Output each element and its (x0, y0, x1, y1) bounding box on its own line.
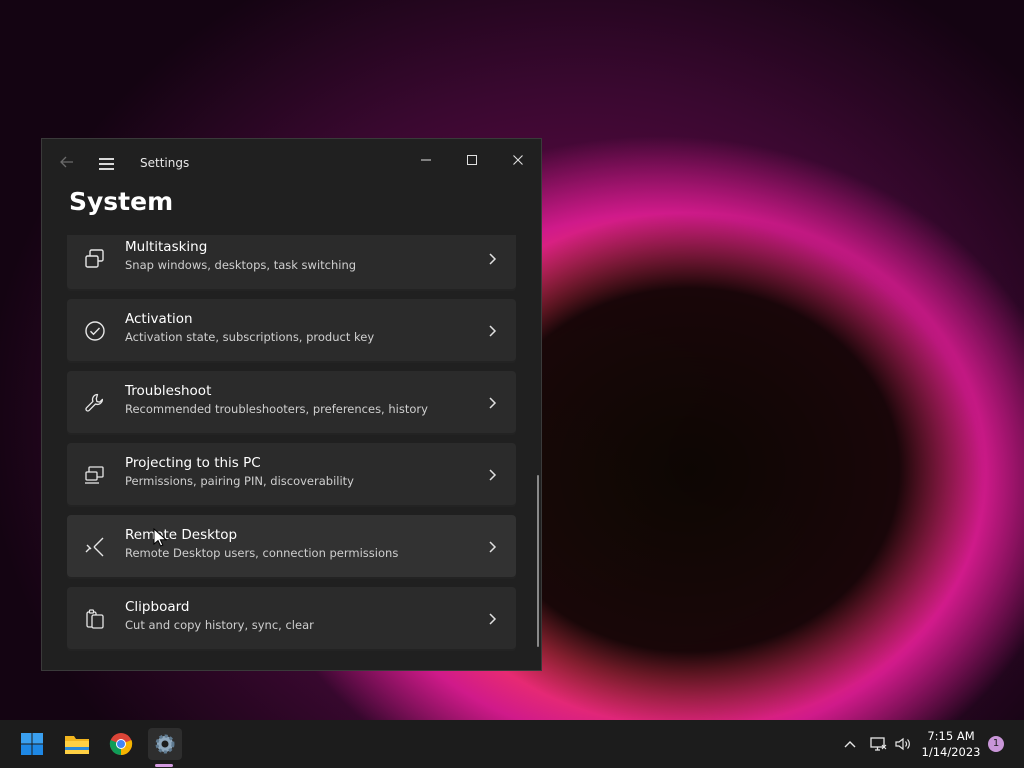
item-title: Projecting to this PC (125, 455, 261, 471)
chevron-right-icon (489, 397, 497, 409)
item-title: Activation (125, 311, 193, 327)
settings-item-activation[interactable]: Activation Activation state, subscriptio… (67, 299, 516, 363)
chevron-up-icon (844, 741, 856, 748)
network-icon (870, 737, 887, 751)
item-title: Remote Desktop (125, 527, 238, 543)
maximize-icon (467, 155, 477, 165)
volume-button[interactable] (892, 733, 914, 755)
projecting-icon (85, 466, 104, 484)
settings-item-multitasking[interactable]: Multitasking Snap windows, desktops, tas… (67, 235, 516, 291)
notification-badge[interactable]: 1 (988, 736, 1004, 752)
settings-taskbar-button[interactable] (148, 728, 182, 760)
close-icon (513, 155, 523, 165)
remote-desktop-icon (85, 537, 104, 557)
chevron-right-icon (489, 325, 497, 337)
title-bar: Settings (42, 139, 541, 187)
start-button[interactable] (15, 728, 49, 760)
show-hidden-icons-button[interactable] (840, 733, 860, 755)
scrollbar-thumb[interactable] (537, 475, 539, 647)
chevron-right-icon (489, 253, 497, 265)
settings-list: Multitasking Snap windows, desktops, tas… (42, 235, 541, 655)
settings-item-projecting[interactable]: Projecting to this PC Permissions, pairi… (67, 443, 516, 507)
back-arrow-icon (60, 156, 73, 168)
settings-item-troubleshoot[interactable]: Troubleshoot Recommended troubleshooters… (67, 371, 516, 435)
close-button[interactable] (496, 145, 540, 175)
clock-date: 1/14/2023 (921, 745, 981, 759)
navigation-menu-button[interactable] (96, 153, 118, 175)
item-title: Multitasking (125, 239, 208, 255)
clipboard-icon (86, 609, 104, 629)
clock-time: 7:15 AM (927, 729, 975, 743)
taskbar: 7:15 AM 1/14/2023 (0, 720, 1024, 768)
chevron-right-icon (489, 541, 497, 553)
item-subtitle: Activation state, subscriptions, product… (125, 330, 375, 344)
file-explorer-button[interactable] (60, 728, 94, 760)
minimize-button[interactable] (404, 145, 448, 175)
wrench-icon (85, 393, 104, 412)
active-app-indicator (155, 764, 173, 767)
multitasking-icon (85, 249, 104, 268)
chevron-right-icon (489, 613, 497, 625)
page-title: System (69, 187, 174, 216)
item-subtitle: Recommended troubleshooters, preferences… (125, 402, 428, 416)
app-title: Settings (140, 156, 190, 170)
item-subtitle: Snap windows, desktops, task switching (125, 258, 357, 272)
minimize-icon (421, 159, 431, 161)
maximize-button[interactable] (450, 145, 494, 175)
mouse-cursor-icon (153, 528, 167, 547)
taskbar-clock[interactable]: 7:15 AM 1/14/2023 (916, 728, 986, 760)
windows-start-icon (21, 733, 43, 755)
hamburger-icon (99, 158, 114, 160)
back-button[interactable] (56, 153, 78, 175)
chevron-right-icon (489, 469, 497, 481)
item-subtitle: Permissions, pairing PIN, discoverabilit… (125, 474, 354, 488)
item-title: Troubleshoot (125, 383, 212, 399)
settings-window: Settings System Multitasking Snap window… (41, 138, 542, 671)
chrome-icon (109, 733, 133, 755)
settings-icon (155, 734, 175, 754)
settings-item-remote-desktop[interactable]: Remote Desktop Remote Desktop users, con… (67, 515, 516, 579)
chrome-button[interactable] (104, 728, 138, 760)
item-subtitle: Cut and copy history, sync, clear (125, 618, 314, 632)
settings-item-clipboard[interactable]: Clipboard Cut and copy history, sync, cl… (67, 587, 516, 651)
network-button[interactable] (866, 733, 890, 755)
volume-icon (895, 737, 910, 751)
item-title: Clipboard (125, 599, 190, 615)
file-explorer-icon (65, 736, 89, 754)
item-subtitle: Remote Desktop users, connection permiss… (125, 546, 399, 560)
activation-icon (85, 321, 105, 341)
